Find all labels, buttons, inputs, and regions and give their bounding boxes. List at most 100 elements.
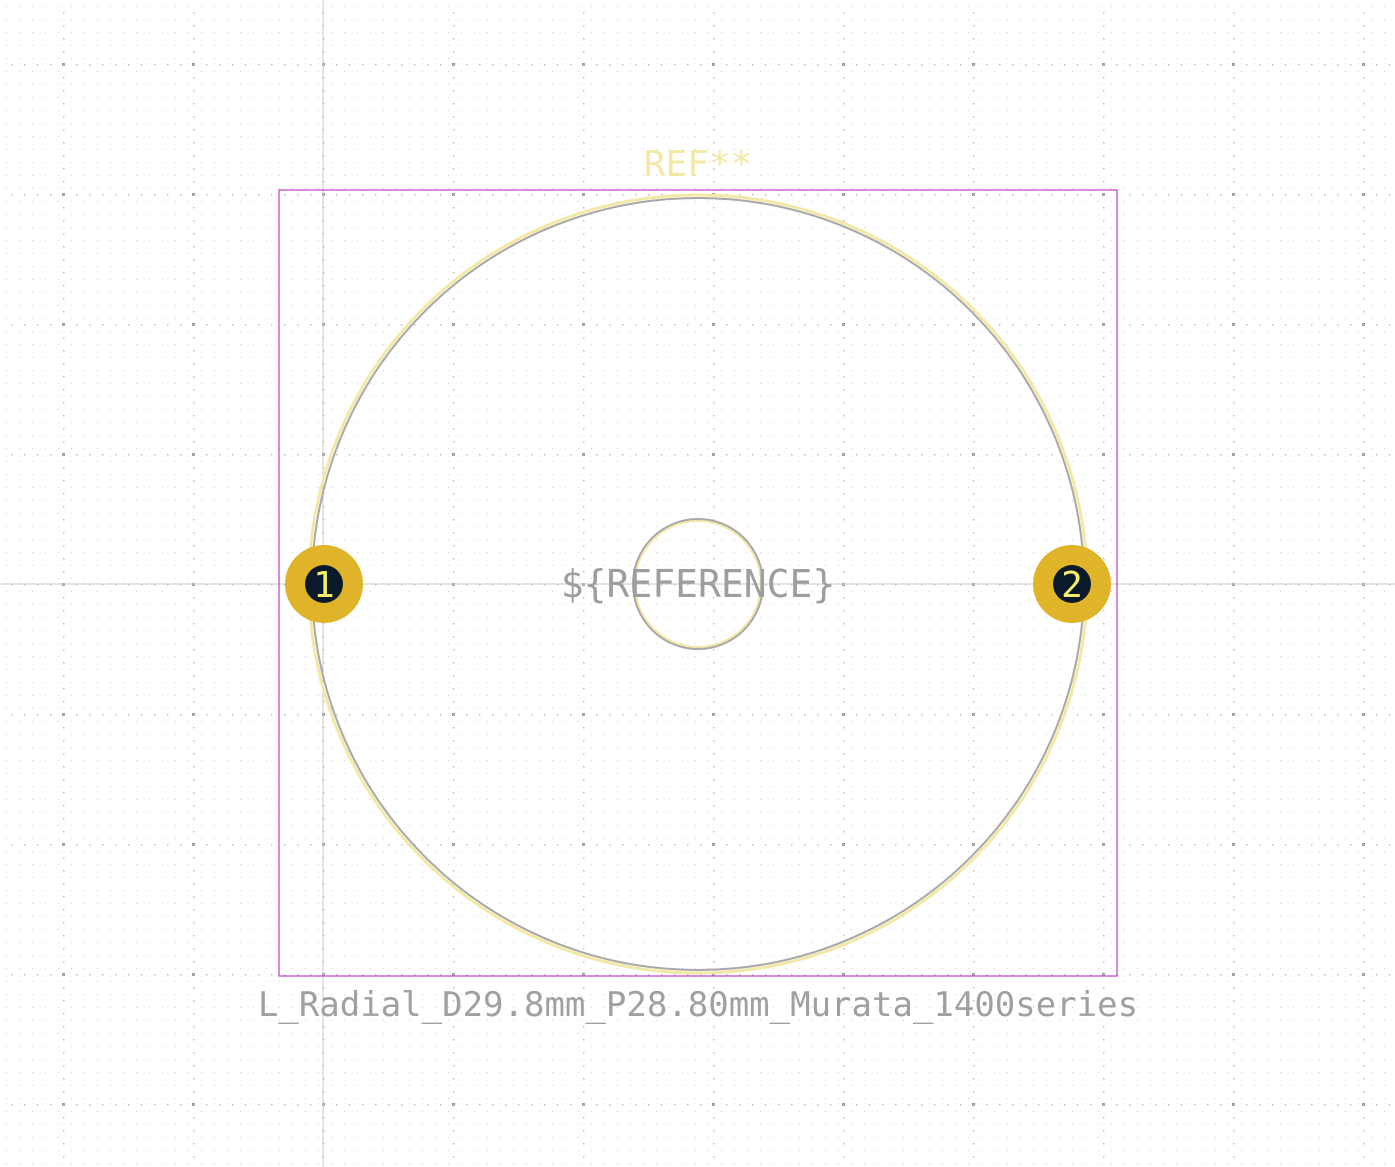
grid-row-dot — [661, 324, 663, 326]
grid-col-dot — [453, 571, 455, 573]
grid-row-dot — [37, 454, 39, 456]
grid-col-dot — [583, 519, 585, 521]
footprint-canvas[interactable]: REF** ${REFERENCE} 1 2 L_Radial_D29.8mm_… — [0, 0, 1395, 1167]
reference-placeholder[interactable]: ${REFERENCE} — [561, 562, 836, 606]
grid-col-dot — [63, 753, 65, 755]
grid-col-dot — [1103, 324, 1105, 326]
grid-col-dot — [843, 649, 845, 651]
grid-row-dot — [245, 454, 247, 456]
grid-row-dot — [1246, 454, 1248, 456]
grid-col-dot — [713, 935, 715, 937]
grid-col-dot — [583, 675, 585, 677]
grid-row-dot — [635, 844, 637, 846]
grid-col-dot — [63, 363, 65, 365]
grid-row-dot — [492, 1104, 494, 1106]
grid-row-dot — [128, 194, 130, 196]
grid-col-dot — [843, 636, 845, 638]
grid-col-dot — [973, 168, 975, 170]
pad-2[interactable]: 2 — [1033, 545, 1111, 623]
grid-row-dot — [167, 974, 169, 976]
footprint-name[interactable]: L_Radial_D29.8mm_P28.80mm_Murata_1400ser… — [258, 985, 1138, 1025]
grid-col-dot — [453, 675, 455, 677]
grid-col-dot — [453, 519, 455, 521]
grid-col-dot — [1363, 77, 1365, 79]
grid-row-dot — [726, 844, 728, 846]
ref-designator[interactable]: REF** — [644, 144, 752, 185]
grid-col-dot — [1363, 38, 1365, 40]
grid-row-dot — [1207, 454, 1209, 456]
grid-col-dot — [1233, 571, 1235, 573]
grid-col-dot — [713, 415, 715, 417]
grid-row-dot — [141, 194, 143, 196]
grid-col-dot — [1233, 207, 1235, 209]
grid-col-dot — [583, 480, 585, 482]
grid-col-dot — [193, 337, 195, 339]
grid-row-dot — [362, 714, 364, 716]
grid-row-dot — [596, 194, 598, 196]
grid-row-dot — [1194, 194, 1196, 196]
grid-row-dot — [752, 324, 754, 326]
grid-row-dot — [1389, 64, 1391, 66]
grid-col-dot — [63, 12, 65, 14]
grid-row-dot — [440, 844, 442, 846]
grid-row-dot — [115, 324, 117, 326]
grid-col-dot — [843, 1091, 845, 1093]
grid-col-dot — [1103, 493, 1105, 495]
grid-col-dot — [193, 1000, 195, 1002]
grid-row-dot — [999, 194, 1001, 196]
grid-col-dot — [973, 506, 975, 508]
grid-col-dot — [583, 90, 585, 92]
grid-col-dot — [583, 792, 585, 794]
grid-row-dot — [908, 454, 910, 456]
grid-row-dot — [362, 194, 364, 196]
grid-col-dot — [193, 675, 195, 677]
grid-row-dot — [531, 1104, 533, 1106]
grid-row-dot — [622, 454, 624, 456]
grid-col-dot — [973, 272, 975, 274]
grid-col-dot — [1103, 766, 1105, 768]
grid-row-dot — [1077, 194, 1079, 196]
grid-row-dot — [505, 324, 507, 326]
grid-col-dot — [193, 1052, 195, 1054]
grid-row-dot — [947, 194, 949, 196]
grid-col-dot — [1363, 1039, 1365, 1041]
grid-row-dot — [999, 1104, 1001, 1106]
grid-col-dot — [1103, 389, 1105, 391]
grid-row-dot — [1285, 454, 1287, 456]
grid-row-dot — [1337, 64, 1339, 66]
grid-col-dot — [843, 766, 845, 768]
grid-col-dot — [713, 792, 715, 794]
grid-row-dot — [505, 1104, 507, 1106]
grid-col-dot — [63, 233, 65, 235]
grid-row-dot — [1155, 324, 1157, 326]
grid-row-dot — [947, 324, 949, 326]
grid-col-dot — [63, 246, 65, 248]
grid-row-dot — [739, 844, 741, 846]
grid-row-dot — [752, 1104, 754, 1106]
grid-col-dot — [713, 480, 715, 482]
grid-col-dot — [973, 792, 975, 794]
grid-col-dot — [1233, 77, 1235, 79]
pad-1[interactable]: 1 — [285, 545, 363, 623]
grid-col-dot — [843, 311, 845, 313]
grid-row-dot — [466, 974, 468, 976]
grid-col-dot — [1233, 805, 1235, 807]
grid-row-dot — [791, 844, 793, 846]
grid-row-dot — [1051, 64, 1053, 66]
grid-col-dot — [973, 805, 975, 807]
grid-row-dot — [50, 194, 52, 196]
grid-row-dot — [1194, 1104, 1196, 1106]
grid-col-dot — [713, 324, 715, 326]
grid-row-dot — [1181, 844, 1183, 846]
grid-row-dot — [700, 324, 702, 326]
grid-row-dot — [921, 714, 923, 716]
grid-row-dot — [1389, 324, 1391, 326]
grid-col-dot — [1103, 558, 1105, 560]
grid-col-dot — [1103, 25, 1105, 27]
grid-row-dot — [765, 714, 767, 716]
grid-row-dot — [804, 1104, 806, 1106]
grid-col-dot — [63, 324, 65, 326]
grid-row-dot — [661, 1104, 663, 1106]
grid-col-dot — [63, 597, 65, 599]
grid-row-dot — [219, 844, 221, 846]
